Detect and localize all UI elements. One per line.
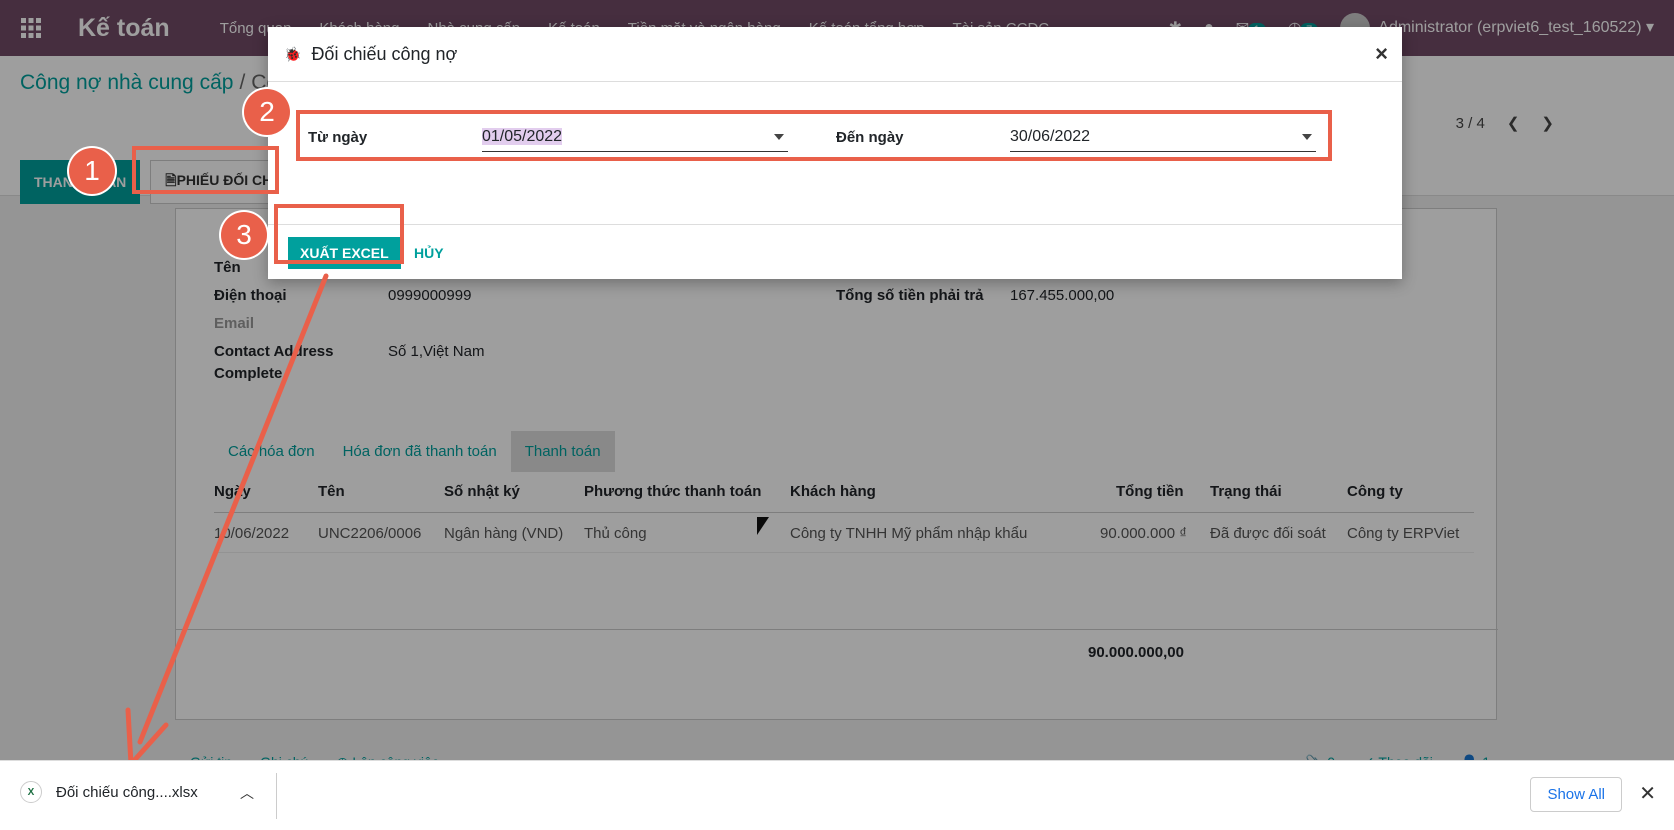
download-file-name: Đối chiếu công....xlsx (56, 783, 198, 801)
download-item[interactable]: X Đối chiếu công....xlsx (20, 781, 198, 803)
close-icon[interactable]: × (1375, 41, 1388, 67)
dialog-header: 🐞 Đối chiếu công nợ (268, 27, 1402, 82)
annotation-box-step3 (274, 204, 404, 264)
dialog-title: Đối chiếu công nợ (311, 43, 458, 64)
annotation-box-step2 (296, 110, 1332, 161)
bug-icon: 🐞 (284, 45, 302, 62)
step-marker-2: 2 (244, 89, 290, 135)
download-separator (276, 773, 277, 819)
excel-file-icon: X (20, 781, 42, 803)
show-all-button[interactable]: Show All (1530, 777, 1622, 812)
close-icon[interactable]: ✕ (1639, 781, 1656, 806)
chevron-up-icon[interactable]: ︿ (240, 783, 254, 803)
step-marker-1: 1 (69, 148, 115, 194)
cancel-button[interactable]: HỦY (414, 245, 444, 261)
dialog-footer: XUẤT EXCEL HỦY (268, 225, 1402, 279)
download-bar: X Đối chiếu công....xlsx ︿ Show All ✕ (0, 760, 1674, 830)
annotation-box-step1 (132, 146, 279, 194)
step-marker-3: 3 (221, 212, 267, 258)
